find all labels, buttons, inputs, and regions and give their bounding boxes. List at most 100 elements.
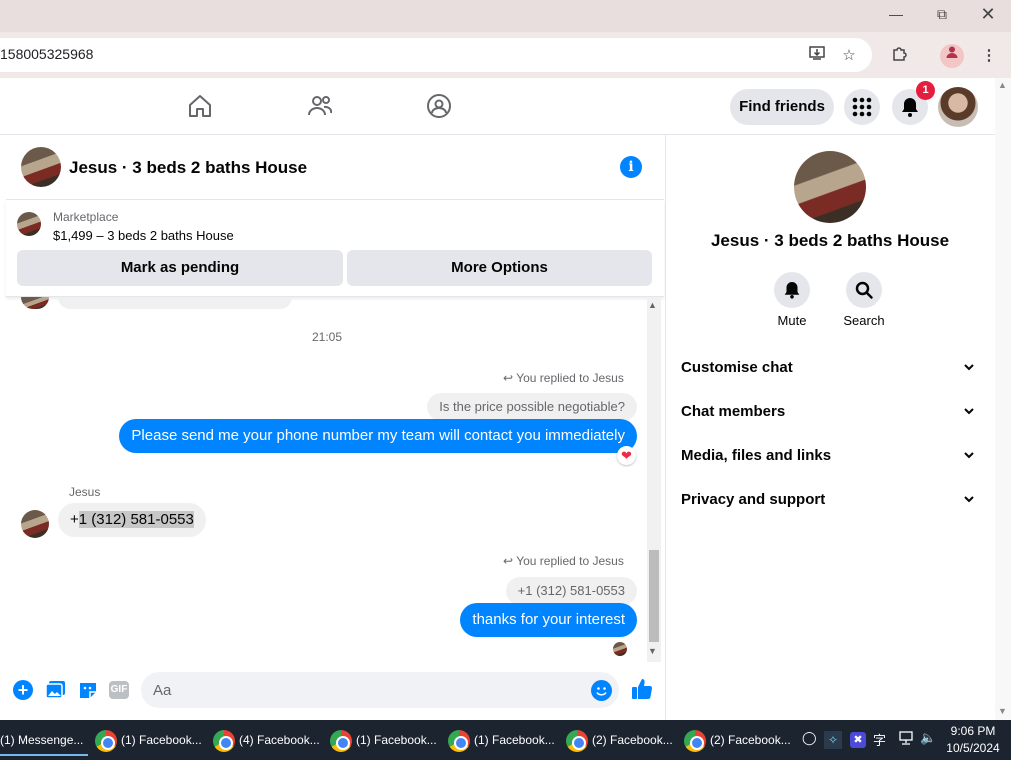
page-scroll-up-icon[interactable]: ▲ [998, 80, 1007, 90]
conversation-avatar[interactable] [794, 151, 866, 223]
search-icon[interactable] [846, 272, 882, 308]
chevron-down-icon [963, 482, 975, 532]
chat-scroll-thumb[interactable] [649, 550, 659, 642]
reply-indicator: ↩ You replied to Jesus [503, 554, 624, 568]
message-input-placeholder[interactable]: Aa [153, 682, 171, 699]
volume-icon[interactable]: 🔈 [920, 730, 936, 746]
outgoing-message[interactable]: Please send me your phone number my team… [119, 419, 637, 453]
chrome-icon [684, 729, 706, 752]
mute-label[interactable]: Mute [762, 313, 822, 328]
incoming-message[interactable]: +1 (312) 581-0553 [58, 503, 206, 537]
taskbar-item[interactable]: (1) Messenge... [0, 724, 88, 756]
page-scroll-down-icon[interactable]: ▼ [998, 706, 1007, 716]
install-app-icon[interactable] [805, 44, 829, 68]
page-scrollbar[interactable] [995, 78, 1011, 720]
chrome-icon [566, 729, 588, 752]
bookmark-star-icon[interactable]: ☆ [837, 44, 861, 68]
taskbar-item-label: (1) Facebook... [356, 733, 437, 747]
section-label: Media, files and links [681, 447, 832, 464]
section-media-files-links[interactable]: Media, files and links [681, 438, 981, 474]
taskbar-item-label: (2) Facebook... [710, 733, 791, 747]
reply-indicator-label: You replied to Jesus [516, 554, 624, 568]
url-text[interactable]: 158005325968 [0, 46, 93, 62]
reply-arrow-icon: ↩ [503, 371, 514, 385]
section-privacy-support[interactable]: Privacy and support [681, 482, 981, 518]
section-chat-members[interactable]: Chat members [681, 394, 981, 430]
chat-title[interactable]: Jesus · 3 beds 2 baths House [69, 158, 307, 178]
taskbar-item[interactable]: (1) Facebook... [448, 724, 555, 756]
clock-time: 9:06 PM [950, 724, 996, 738]
notification-badge: 1 [916, 81, 935, 100]
chat-avatar[interactable] [21, 147, 61, 187]
taskbar-item[interactable]: (1) Facebook... [330, 724, 437, 756]
seen-receipt-avatar [613, 642, 627, 656]
conversation-title: Jesus · 3 beds 2 baths House [710, 231, 950, 250]
chrome-icon [213, 729, 235, 752]
tray-app-icon[interactable]: ✧ [824, 731, 842, 749]
more-actions-plus-icon[interactable]: + [13, 680, 33, 700]
taskbar-item[interactable]: (4) Facebook... [213, 724, 320, 756]
taskbar-item[interactable]: (2) Facebook... [684, 724, 791, 756]
taskbar-item[interactable]: (2) Facebook... [566, 724, 673, 756]
taskbar-item-label: (2) Facebook... [592, 733, 673, 747]
section-label: Customise chat [681, 359, 793, 376]
home-icon[interactable] [186, 92, 216, 122]
gif-icon[interactable]: GIF [109, 681, 129, 699]
section-customise-chat[interactable]: Customise chat [681, 350, 981, 386]
sticker-icon[interactable] [78, 680, 98, 703]
browser-menu-icon[interactable]: ⋮ [977, 44, 1001, 68]
more-options-button[interactable]: More Options [347, 250, 652, 286]
taskbar-item-label: (1) Facebook... [474, 733, 555, 747]
chrome-icon [95, 729, 117, 752]
system-clock[interactable]: 9:06 PM 10/5/2024 [944, 723, 1002, 757]
friends-icon[interactable] [306, 92, 336, 122]
scroll-down-arrow-icon[interactable]: ▼ [648, 646, 657, 656]
heart-reaction-icon[interactable]: ❤ [617, 446, 636, 465]
close-window-button[interactable]: ✕ [966, 4, 1010, 24]
input-method-icon[interactable]: 字 [873, 730, 886, 749]
groups-icon[interactable] [425, 92, 455, 122]
message-input[interactable] [141, 672, 619, 708]
chrome-icon [448, 729, 470, 752]
marketplace-label: Marketplace [53, 210, 119, 224]
attach-photo-icon[interactable] [45, 680, 66, 703]
outgoing-message[interactable]: thanks for your interest [460, 603, 637, 637]
chrome-icon [330, 729, 352, 752]
minimize-button[interactable]: — [874, 4, 918, 24]
restore-button[interactable]: ⧉ [920, 4, 964, 24]
clock-date: 10/5/2024 [946, 741, 1000, 755]
selected-phone-number[interactable]: 1 (312) 581-0553 [78, 511, 194, 528]
search-label[interactable]: Search [834, 313, 894, 328]
taskbar-item-label: (1) Facebook... [121, 733, 202, 747]
taskbar-item[interactable]: (1) Facebook... [95, 724, 202, 756]
quoted-message[interactable]: +1 (312) 581-0553 [505, 577, 637, 605]
phone-prefix: + [70, 511, 79, 528]
network-icon[interactable] [897, 730, 915, 749]
sender-name: Jesus [69, 485, 101, 499]
message-timestamp: 21:05 [312, 330, 343, 344]
listing-thumbnail[interactable] [17, 212, 41, 236]
info-icon[interactable]: i [620, 156, 642, 178]
reply-arrow-icon: ↩ [503, 554, 514, 568]
chevron-down-icon [963, 438, 975, 488]
chevron-down-icon [963, 394, 975, 444]
profile-icon[interactable] [940, 44, 964, 68]
mark-as-pending-button[interactable]: Mark as pending [17, 250, 343, 286]
extensions-icon[interactable] [888, 44, 912, 68]
listing-price-title[interactable]: $1,499 – 3 beds 2 baths House [53, 228, 234, 243]
sender-avatar[interactable] [21, 510, 49, 538]
account-avatar[interactable] [938, 87, 978, 127]
task-view-icon[interactable]: ◯ [802, 730, 817, 746]
scroll-up-arrow-icon[interactable]: ▲ [648, 300, 657, 310]
emoji-icon[interactable] [591, 680, 612, 701]
tray-app-icon[interactable]: ✖ [850, 732, 866, 748]
menu-grid-icon[interactable] [844, 89, 880, 125]
taskbar-item-label: (4) Facebook... [239, 733, 320, 747]
chevron-down-icon [963, 350, 975, 400]
previous-message-bubble [58, 297, 292, 309]
mute-bell-icon[interactable] [774, 272, 810, 308]
address-bar[interactable] [0, 38, 872, 72]
quoted-message[interactable]: Is the price possible negotiable? [427, 393, 637, 421]
find-friends-button[interactable]: Find friends [730, 89, 834, 125]
thumbs-up-icon[interactable] [630, 677, 654, 704]
